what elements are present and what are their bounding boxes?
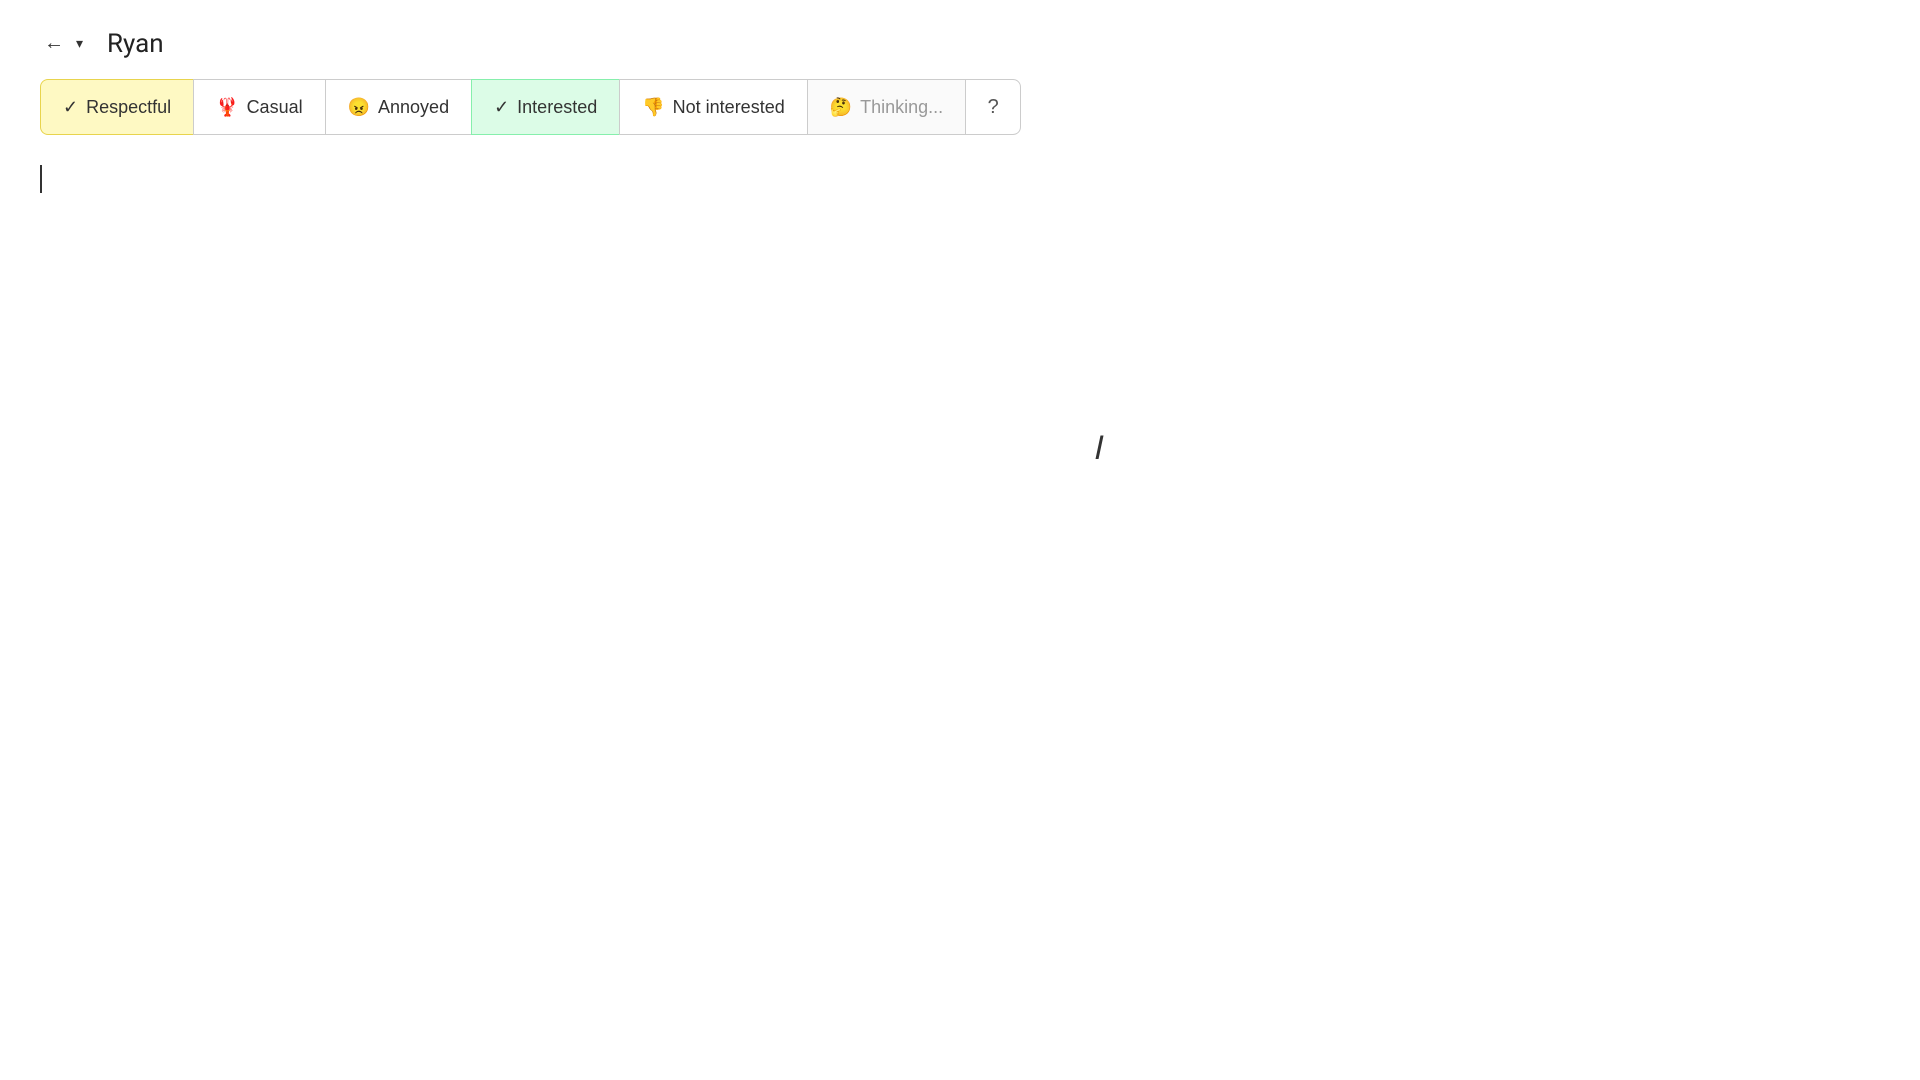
thinking-icon: 🤔	[830, 97, 852, 118]
i-beam-cursor: 𝐼	[1095, 430, 1104, 468]
toolbar: ✓ Respectful 🦞 Casual 😠 Annoyed ✓ Intere…	[0, 79, 1920, 135]
dropdown-button[interactable]: ▾	[72, 31, 87, 56]
tone-button-respectful[interactable]: ✓ Respectful	[40, 79, 193, 135]
tone-button-thinking[interactable]: 🤔 Thinking...	[808, 79, 965, 135]
tone-label-interested: Interested	[517, 97, 597, 118]
tone-label-casual: Casual	[247, 97, 303, 118]
tone-button-interested[interactable]: ✓ Interested	[471, 79, 619, 135]
page-title: Ryan	[107, 29, 164, 59]
content-area: 𝐼	[0, 135, 1920, 223]
tone-button-not-interested[interactable]: 👎 Not interested	[619, 79, 807, 135]
not-interested-icon: 👎	[642, 97, 664, 118]
tone-label-thinking: Thinking...	[860, 97, 943, 118]
back-button[interactable]: ←	[40, 28, 68, 59]
question-icon: ?	[988, 96, 999, 119]
header: ← ▾ Ryan	[0, 0, 1920, 79]
tone-label-respectful: Respectful	[86, 97, 171, 118]
annoyed-icon: 😠	[348, 97, 370, 118]
check-icon: ✓	[63, 97, 78, 118]
tone-button-casual[interactable]: 🦞 Casual	[193, 79, 324, 135]
casual-icon: 🦞	[216, 97, 238, 118]
nav-controls: ← ▾	[40, 28, 87, 59]
text-input-cursor	[40, 165, 42, 193]
tone-button-annoyed[interactable]: 😠 Annoyed	[325, 79, 471, 135]
interested-check-icon: ✓	[494, 97, 509, 118]
tone-label-annoyed: Annoyed	[378, 97, 449, 118]
help-button[interactable]: ?	[965, 79, 1021, 135]
tone-label-not-interested: Not interested	[673, 97, 785, 118]
